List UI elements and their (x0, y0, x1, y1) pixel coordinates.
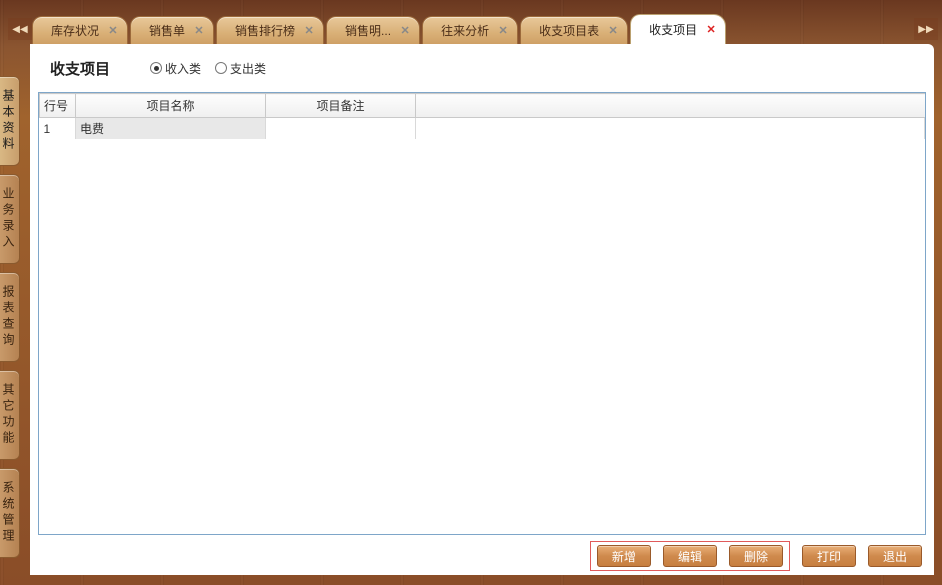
tab-label: 收支项目 (649, 21, 697, 38)
tab-sales-order[interactable]: 销售单 ✕ (130, 16, 214, 44)
tab-sales-rank[interactable]: 销售排行榜 ✕ (216, 16, 324, 44)
type-radio-group: 收入类 支出类 (150, 60, 266, 77)
print-button[interactable]: 打印 (802, 545, 856, 567)
sidenav-basic-data[interactable]: 基本资料 (0, 76, 20, 166)
exit-button[interactable]: 退出 (868, 545, 922, 567)
tab-scroll-right[interactable]: ▶▶ (914, 18, 938, 40)
tab-label: 库存状况 (51, 22, 99, 39)
tab-label: 销售明... (345, 22, 391, 39)
tab-inventory[interactable]: 库存状况 ✕ (32, 16, 128, 44)
tab-bar: ◀◀ 库存状况 ✕ 销售单 ✕ 销售排行榜 ✕ 销售明... ✕ 往来分析 ✕ … (0, 0, 942, 44)
tab-scroll-left[interactable]: ◀◀ (8, 18, 32, 40)
col-header-spacer (416, 94, 925, 118)
close-icon[interactable]: ✕ (607, 25, 619, 37)
tab-correspond[interactable]: 往来分析 ✕ (422, 16, 518, 44)
table-row[interactable]: 1 电费 (40, 118, 925, 140)
sidenav-other-func[interactable]: 其它功能 (0, 370, 20, 460)
col-header-name[interactable]: 项目名称 (76, 94, 266, 118)
radio-label: 支出类 (230, 60, 266, 77)
footer-toolbar: 新增 编辑 删除 打印 退出 (30, 541, 934, 575)
main-panel: 收支项目 收入类 支出类 行号 项目名称 项目备注 (30, 44, 934, 575)
tab-label: 销售单 (149, 22, 185, 39)
tab-label: 销售排行榜 (235, 22, 295, 39)
tab-income-item[interactable]: 收支项目 ✕ (630, 14, 726, 44)
delete-button[interactable]: 删除 (729, 545, 783, 567)
side-nav: 基本资料 业务录入 报表查询 其它功能 系统管理 (0, 50, 20, 585)
sidenav-biz-entry[interactable]: 业务录入 (0, 174, 20, 264)
table-header-row: 行号 项目名称 项目备注 (40, 94, 925, 118)
cell-rownum: 1 (40, 118, 76, 140)
page-title: 收支项目 (50, 58, 110, 79)
sidenav-sys-manage[interactable]: 系统管理 (0, 468, 20, 558)
cell-name[interactable]: 电费 (76, 118, 266, 140)
edit-button-group: 新增 编辑 删除 (590, 541, 790, 571)
add-button[interactable]: 新增 (597, 545, 651, 567)
sidenav-report-query[interactable]: 报表查询 (0, 272, 20, 362)
tab-income-table[interactable]: 收支项目表 ✕ (520, 16, 628, 44)
radio-icon (215, 62, 227, 74)
tab-label: 往来分析 (441, 22, 489, 39)
radio-income[interactable]: 收入类 (150, 60, 201, 77)
close-icon[interactable]: ✕ (705, 24, 717, 36)
cell-spacer (416, 118, 925, 140)
close-icon[interactable]: ✕ (303, 25, 315, 37)
radio-label: 收入类 (165, 60, 201, 77)
radio-icon (150, 62, 162, 74)
panel-header: 收支项目 收入类 支出类 (30, 44, 934, 92)
cell-remark[interactable] (266, 118, 416, 140)
tab-label: 收支项目表 (539, 22, 599, 39)
close-icon[interactable]: ✕ (107, 25, 119, 37)
close-icon[interactable]: ✕ (399, 25, 411, 37)
close-icon[interactable]: ✕ (497, 25, 509, 37)
col-header-remark[interactable]: 项目备注 (266, 94, 416, 118)
tab-sales-detail[interactable]: 销售明... ✕ (326, 16, 420, 44)
col-header-rownum[interactable]: 行号 (40, 94, 76, 118)
edit-button[interactable]: 编辑 (663, 545, 717, 567)
data-grid[interactable]: 行号 项目名称 项目备注 1 电费 (38, 92, 926, 535)
close-icon[interactable]: ✕ (193, 25, 205, 37)
radio-expense[interactable]: 支出类 (215, 60, 266, 77)
